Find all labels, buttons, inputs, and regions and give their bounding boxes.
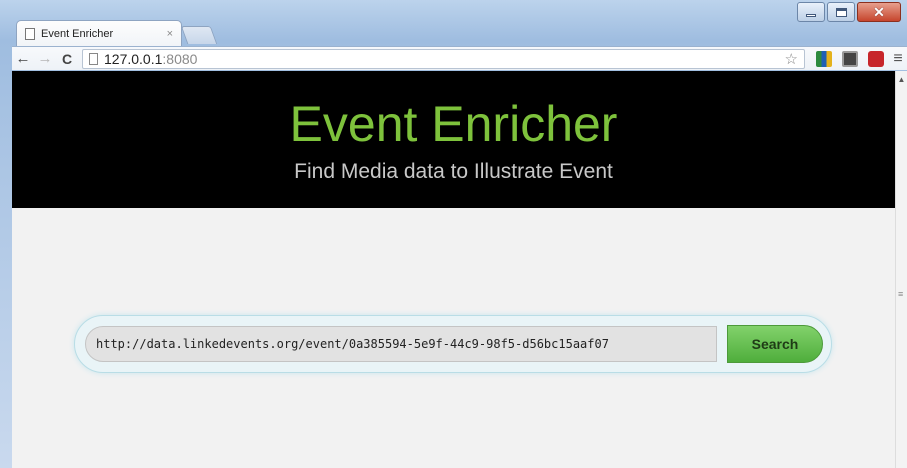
back-arrow-icon[interactable]: ← xyxy=(12,50,34,67)
maximize-icon xyxy=(835,7,847,17)
browser-toolbar: ← → C 127.0.0.1 :8080 ☆ ≡ xyxy=(12,46,907,70)
page-viewport: Event Enricher Find Media data to Illust… xyxy=(12,71,895,468)
close-window-button[interactable]: ✕ xyxy=(857,2,901,22)
window-controls: ✕ xyxy=(797,2,901,22)
close-icon: ✕ xyxy=(873,3,885,20)
url-host: 127.0.0.1 xyxy=(104,50,163,67)
forward-arrow-icon[interactable]: → xyxy=(34,50,56,67)
minimize-icon xyxy=(806,13,816,17)
search-bar: Search xyxy=(74,315,832,373)
tab-title: Event Enricher xyxy=(41,27,114,40)
extension-icon[interactable] xyxy=(868,50,884,67)
browser-tab[interactable]: Event Enricher × xyxy=(16,20,182,46)
browser-window: Event Enricher × ✕ ← → C 127.0.0.1 :8080… xyxy=(0,0,907,468)
address-bar[interactable]: 127.0.0.1 :8080 ☆ xyxy=(82,48,805,69)
search-input[interactable] xyxy=(85,326,717,362)
page-subtitle: Find Media data to Illustrate Event xyxy=(294,160,613,183)
page-icon xyxy=(89,52,98,65)
tab-close-icon[interactable]: × xyxy=(167,28,173,40)
scroll-up-icon[interactable]: ▲ xyxy=(896,75,907,84)
url-port: :8080 xyxy=(162,50,198,67)
minimize-button[interactable] xyxy=(797,2,825,22)
reload-icon[interactable]: C xyxy=(56,51,78,67)
menu-icon[interactable]: ≡ xyxy=(889,50,907,68)
vertical-scrollbar[interactable]: ▲ ≡ xyxy=(895,71,907,468)
page-icon xyxy=(25,27,35,40)
scroll-grip-icon[interactable]: ≡ xyxy=(898,289,905,299)
search-button[interactable]: Search xyxy=(727,325,823,363)
maximize-button[interactable] xyxy=(827,2,855,22)
extension-icon[interactable] xyxy=(842,50,858,67)
extension-icon[interactable] xyxy=(816,50,832,67)
page-title: Event Enricher xyxy=(289,96,618,152)
page-header: Event Enricher Find Media data to Illust… xyxy=(12,71,895,208)
new-tab-button[interactable] xyxy=(180,26,218,44)
bookmark-star-icon[interactable]: ☆ xyxy=(785,50,798,68)
